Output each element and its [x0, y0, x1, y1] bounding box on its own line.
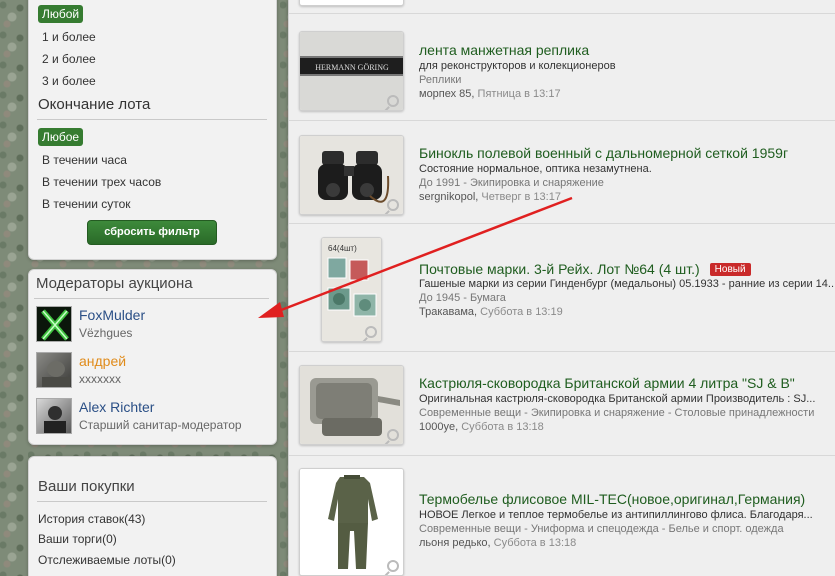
lot-thumbnail[interactable]: 64(4шт)	[321, 237, 382, 342]
moderator-foxmulder[interactable]: FoxMulder Vëzhgues	[36, 306, 271, 346]
lot-time: Суббота в 13:18	[493, 537, 577, 549]
reset-filter-button[interactable]: сбросить фильтр	[87, 220, 217, 245]
table-row	[289, 0, 835, 14]
lot-title[interactable]: Кастрюля-сковородка Британской армии 4 л…	[419, 375, 795, 391]
moderator-role: Старший санитар-модератор	[79, 418, 242, 432]
filter-rating-any[interactable]: Любой	[38, 5, 84, 23]
lot-category[interactable]: До 1945 - Бумага	[419, 292, 506, 304]
lot-thumbnail[interactable]	[299, 0, 404, 6]
purchases-title: Ваши покупки	[38, 478, 135, 495]
lot-seller[interactable]: 1000ye,	[419, 421, 458, 433]
lot-seller[interactable]: льоня редько,	[419, 537, 491, 549]
lot-thumbnail[interactable]	[299, 365, 404, 445]
lot-meta: 1000ye, Суббота в 13:18	[419, 421, 544, 433]
filter-ending-day[interactable]: В течении суток	[38, 195, 135, 213]
table-row: Бинокль полевой военный с дальномерной с…	[289, 121, 835, 224]
lot-seller[interactable]: Тракавама,	[419, 306, 477, 318]
lot-list: HERMANN GÖRING лента манжетная реплика д…	[288, 0, 835, 576]
zoom-icon[interactable]	[387, 560, 399, 572]
lot-meta: Тракавама, Суббота в 13:19	[419, 306, 563, 318]
moderator-role: xxxxxxx	[79, 372, 121, 386]
your-auctions-link[interactable]: Ваши торги(0)	[38, 532, 117, 546]
thumbnail-text: HERMANN GÖRING	[315, 63, 389, 72]
bid-history-link[interactable]: История ставок(43)	[38, 512, 145, 526]
lot-description: НОВОЕ Легкое и теплое термобелье из анти…	[419, 509, 813, 521]
filter-rating-3[interactable]: 3 и более	[38, 72, 100, 90]
moderator-andrey[interactable]: андрей xxxxxxx	[36, 352, 271, 392]
lot-title[interactable]: Бинокль полевой военный с дальномерной с…	[419, 145, 788, 161]
new-badge: Новый	[709, 263, 751, 276]
lot-time: Суббота в 13:18	[461, 421, 544, 433]
filter-ending-hour[interactable]: В течении часа	[38, 151, 131, 169]
table-row: HERMANN GÖRING лента манжетная реплика д…	[289, 14, 835, 121]
filter-rating-1[interactable]: 1 и более	[38, 28, 100, 46]
thumbnail-text: 64(4шт)	[328, 244, 357, 253]
moderator-role: Vëzhgues	[79, 326, 133, 340]
lot-time: Суббота в 13:19	[480, 306, 563, 318]
avatar[interactable]	[36, 352, 72, 388]
avatar[interactable]	[36, 398, 72, 434]
divider	[37, 501, 267, 502]
filter-ending-any[interactable]: Любое	[38, 128, 84, 146]
moderator-alex-richter[interactable]: Alex Richter Старший санитар-модератор	[36, 398, 271, 438]
lot-description: Состояние нормальное, оптика незамутнена…	[419, 163, 652, 175]
zoom-icon[interactable]	[387, 429, 399, 441]
purchases-panel: Ваши покупки История ставок(43) Ваши тор…	[28, 456, 277, 576]
lot-thumbnail[interactable]	[299, 468, 404, 576]
lot-category[interactable]: До 1991 - Экипировка и снаряжение	[419, 177, 604, 189]
filter-rating-2[interactable]: 2 и более	[38, 50, 100, 68]
lot-category[interactable]: Современные вещи - Экипировка и снаряжен…	[419, 407, 814, 419]
lot-title[interactable]: Термобелье флисовое MIL-TEC(новое,оригин…	[419, 491, 805, 507]
table-row: 64(4шт) Почтовые марки. 3-й Рейх. Лот №6…	[289, 224, 835, 352]
watched-lots-link[interactable]: Отслеживаемые лоты(0)	[38, 553, 176, 567]
lot-time: Четверг в 13:17	[481, 191, 561, 203]
lot-description: Оригинальная кастрюля-сковородка Британс…	[419, 393, 816, 405]
table-row: Термобелье флисовое MIL-TEC(новое,оригин…	[289, 456, 835, 576]
divider	[34, 298, 269, 299]
lot-meta: морпех 85, Пятница в 13:17	[419, 88, 561, 100]
zoom-icon[interactable]	[387, 95, 399, 107]
lot-thumbnail[interactable]: HERMANN GÖRING	[299, 31, 404, 111]
table-row: Кастрюля-сковородка Британской армии 4 л…	[289, 352, 835, 456]
lot-seller[interactable]: морпех 85,	[419, 88, 474, 100]
filter-panel: Любой 1 и более 2 и более 3 и более Окон…	[28, 0, 277, 260]
avatar[interactable]	[36, 306, 72, 342]
lot-seller[interactable]: sergnikopol,	[419, 191, 478, 203]
moderators-title: Модераторы аукциона	[36, 275, 193, 292]
zoom-icon[interactable]	[365, 326, 377, 338]
ending-title: Окончание лота	[38, 96, 151, 113]
lot-time: Пятница в 13:17	[477, 88, 561, 100]
lot-meta: sergnikopol, Четверг в 13:17	[419, 191, 561, 203]
lot-meta: льоня редько, Суббота в 13:18	[419, 537, 576, 549]
moderator-name[interactable]: андрей	[79, 353, 126, 369]
lot-description: Гашеные марки из серии Гинденбург (медал…	[419, 278, 835, 290]
lot-title[interactable]: Почтовые марки. 3-й Рейх. Лот №64 (4 шт.…	[419, 261, 751, 277]
moderator-name[interactable]: Alex Richter	[79, 399, 154, 415]
lot-category[interactable]: Реплики	[419, 74, 461, 86]
lot-title[interactable]: лента манжетная реплика	[419, 42, 589, 58]
lot-thumbnail[interactable]	[299, 135, 404, 215]
filter-ending-3hours[interactable]: В течении трех часов	[38, 173, 165, 191]
divider	[37, 119, 267, 120]
moderator-name[interactable]: FoxMulder	[79, 307, 145, 323]
lot-description: для реконструкторов и колекционеров	[419, 60, 616, 72]
lot-category[interactable]: Современные вещи - Униформа и спецодежда…	[419, 523, 784, 535]
zoom-icon[interactable]	[387, 199, 399, 211]
moderators-panel: Модераторы аукциона FoxMulder Vëzhgues а…	[28, 269, 277, 445]
